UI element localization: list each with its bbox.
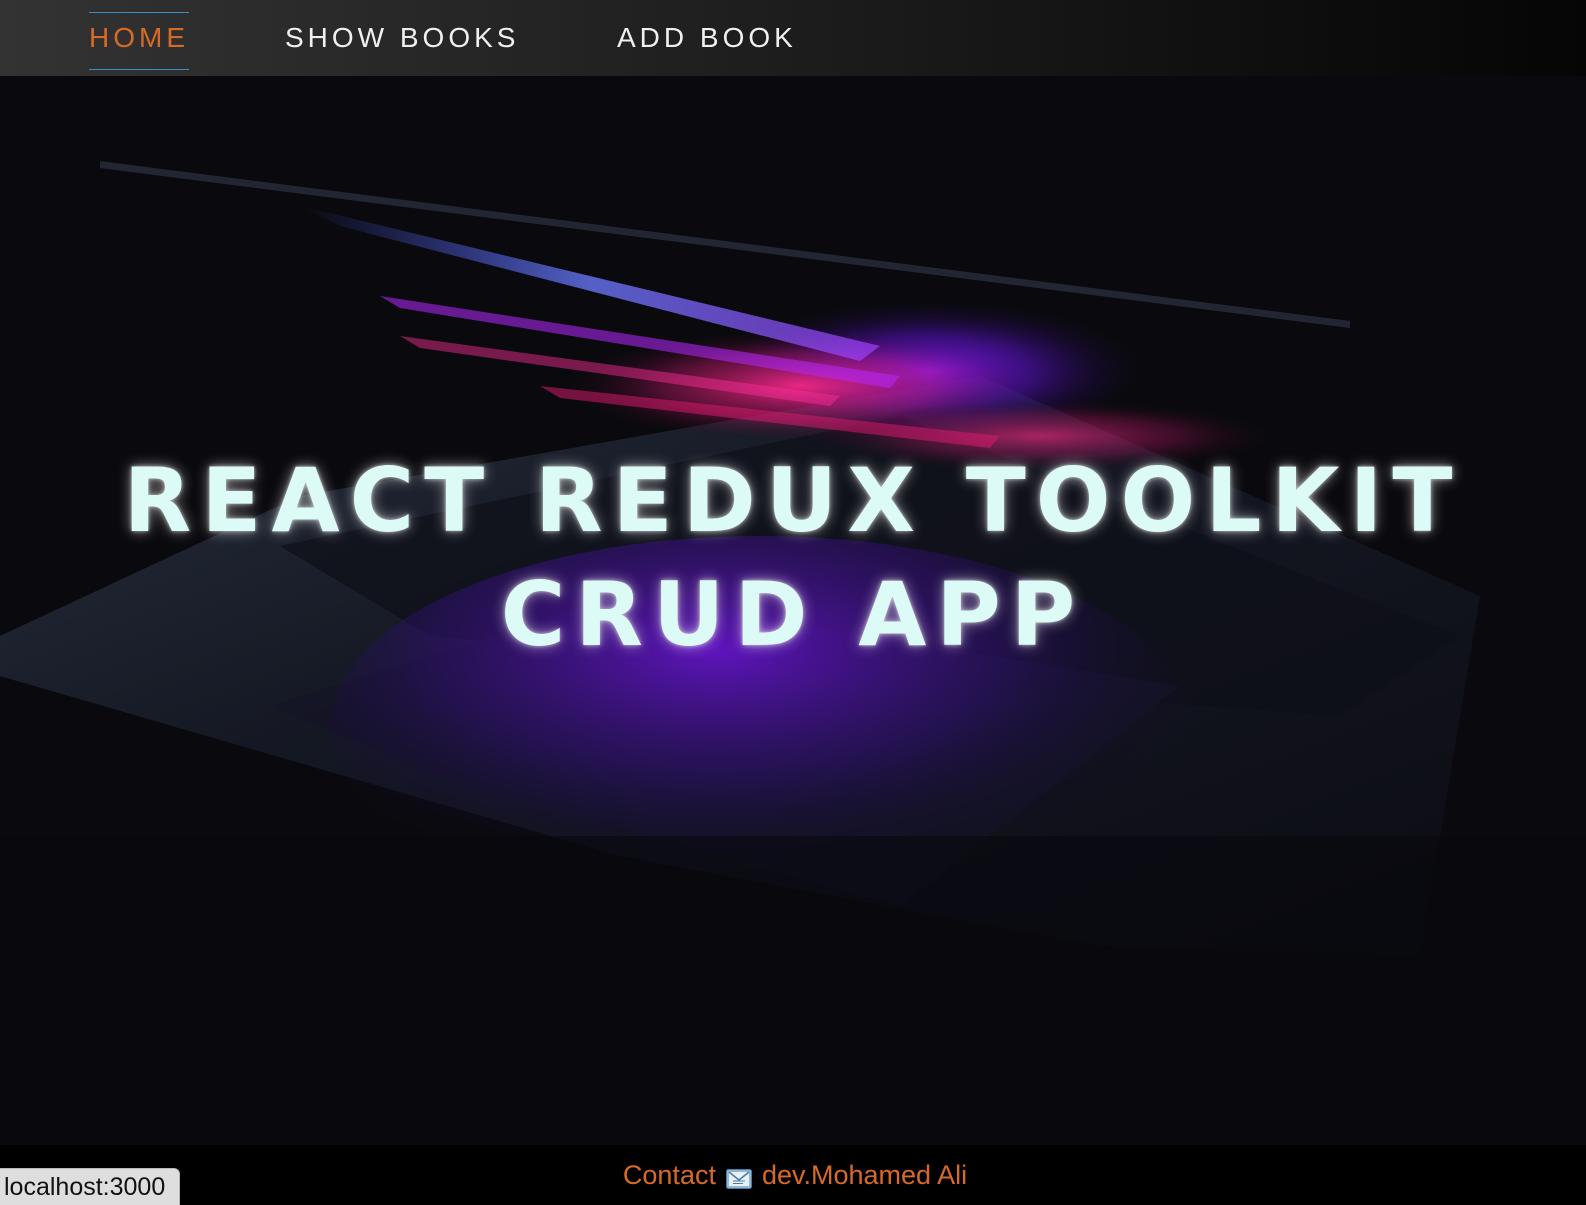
hero-section: REACT REDUX TOOLKIT CRUD APP (0, 76, 1586, 1145)
nav-link-home[interactable]: HOME (89, 0, 189, 76)
hero-title-line-1: REACT REDUX TOOLKIT (123, 449, 1463, 552)
nav-link-add-book[interactable]: ADD BOOK (617, 0, 797, 76)
browser-status-url: localhost:3000 (0, 1168, 181, 1205)
hero-title: REACT REDUX TOOLKIT CRUD APP (0, 444, 1586, 672)
page: HOME SHOW BOOKS ADD BOOK REACT REDUX TOO… (0, 0, 1586, 1205)
nav-link-show-books[interactable]: SHOW BOOKS (285, 0, 519, 76)
envelope-icon (725, 1165, 752, 1189)
hero-title-line-2: CRUD APP (500, 563, 1086, 666)
top-navbar: HOME SHOW BOOKS ADD BOOK (0, 0, 1586, 76)
author-link[interactable]: dev.Mohamed Ali (762, 1160, 967, 1191)
footer: Contact dev.Mohamed Ali (0, 1145, 1586, 1205)
contact-label: Contact (622, 1159, 716, 1190)
footer-contact: Contact dev.Mohamed Ali (623, 1160, 967, 1191)
